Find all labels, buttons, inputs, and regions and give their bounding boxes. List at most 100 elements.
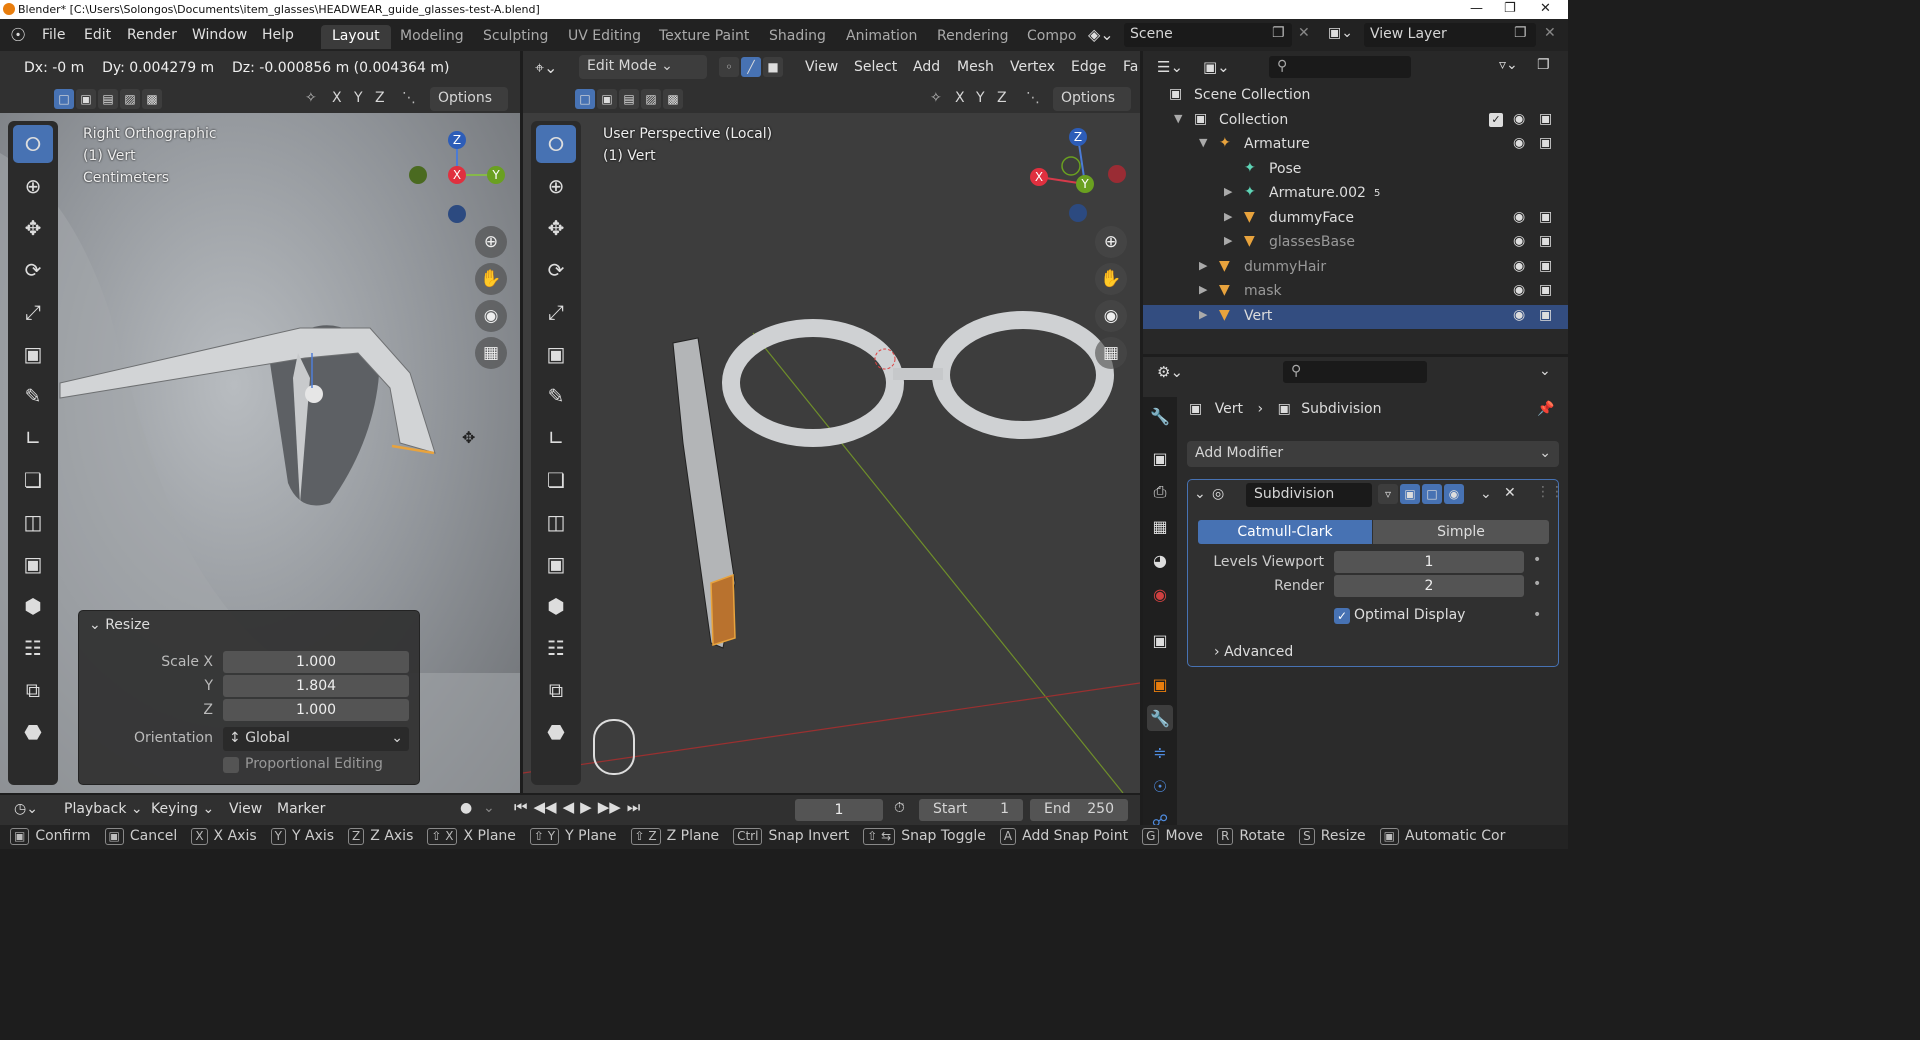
visibility-eye-icon[interactable]: ◉	[1513, 282, 1525, 298]
render-levels-field[interactable]: 2	[1334, 575, 1524, 597]
stopwatch-icon[interactable]: ⏱	[894, 800, 905, 816]
edit-mode-toggle-icon[interactable]: ▣	[1400, 484, 1420, 504]
menu-render[interactable]: Render	[127, 27, 177, 43]
options-dropdown[interactable]: Options ⌄	[1053, 87, 1131, 122]
expand-chevron-icon[interactable]: ▶	[1199, 283, 1207, 296]
mode-dropdown[interactable]: Edit Mode ⌄	[579, 55, 707, 79]
outliner-row[interactable]: ▶ ▼ dummyFace ◉ ▣	[1143, 207, 1568, 232]
select-new-icon[interactable]: □	[54, 89, 74, 109]
expand-chevron-icon[interactable]: ▼	[1174, 112, 1182, 125]
edge-select-icon[interactable]: ╱	[741, 57, 761, 77]
left-axis-gizmo[interactable]: Z Y X	[400, 123, 510, 233]
options-dropdown[interactable]: Options ⌄	[430, 87, 508, 122]
select-invert-icon[interactable]: ▨	[120, 89, 140, 109]
face-select-icon[interactable]: ■	[763, 57, 783, 77]
view-layer-icon[interactable]: ▣⌄	[1328, 25, 1353, 41]
outliner-row[interactable]: ✦ Pose	[1143, 158, 1568, 183]
new-collection-icon[interactable]: ❐	[1537, 57, 1550, 73]
keyframe-dot-icon[interactable]: •	[1533, 607, 1541, 623]
select-extend-icon[interactable]: ▣	[76, 89, 96, 109]
extrude-tool-icon[interactable]: ◫	[536, 503, 576, 541]
menu-file[interactable]: File	[42, 27, 65, 43]
properties-editor-icon[interactable]: ⚙⌄	[1157, 363, 1183, 381]
view-layer-tab-icon[interactable]: ▦	[1147, 513, 1173, 539]
resize-panel-header[interactable]: ⌄ Resize	[89, 617, 150, 633]
object-tab-icon[interactable]: ▣	[1147, 671, 1173, 697]
select-box-tool-icon[interactable]: ⭘	[536, 125, 576, 163]
camera-icon[interactable]: ◉	[475, 300, 507, 332]
auto-keying-icon[interactable]: ●	[460, 800, 472, 816]
axis-z-toggle[interactable]: Z	[997, 90, 1007, 106]
outliner-row[interactable]: ▶ ▼ glassesBase ◉ ▣	[1143, 231, 1568, 256]
gizmo-neg-x-icon[interactable]	[1108, 165, 1126, 183]
gizmo-neg-y-icon[interactable]	[1061, 156, 1081, 176]
menu-edge[interactable]: Edge	[1071, 59, 1106, 75]
transform-tool-icon[interactable]: ▣	[13, 335, 53, 373]
select-new-icon[interactable]: □	[575, 89, 595, 109]
gizmo-neg-z-icon[interactable]	[448, 205, 466, 223]
inset-tool-icon[interactable]: ▣	[13, 545, 53, 583]
scale-tool-icon[interactable]: ⤢	[13, 293, 53, 331]
rotate-tool-icon[interactable]: ⟳	[13, 251, 53, 289]
render-tab-icon[interactable]: ▣	[1147, 445, 1173, 471]
knife-tool-icon[interactable]: ⧉	[536, 671, 576, 709]
tab-compositing[interactable]: Compo	[1016, 25, 1087, 49]
zoom-icon[interactable]: ⊕	[1095, 226, 1127, 258]
add-cube-tool-icon[interactable]: ❏	[536, 461, 576, 499]
modifier-menu-icon[interactable]: ⌄	[1480, 486, 1492, 502]
camera-icon[interactable]: ◉	[1095, 300, 1127, 332]
tab-rendering[interactable]: Rendering	[926, 25, 1020, 49]
inset-tool-icon[interactable]: ▣	[536, 545, 576, 583]
prev-keyframe-icon[interactable]: ◀◀	[534, 798, 557, 816]
expand-chevron-icon[interactable]: ▶	[1199, 308, 1207, 321]
new-scene-icon[interactable]: ❐	[1272, 25, 1285, 41]
pan-hand-icon[interactable]: ✋	[1095, 263, 1127, 295]
editor-type-icon[interactable]: ⌖⌄	[535, 58, 557, 78]
render-camera-icon[interactable]: ▣	[1539, 233, 1552, 249]
measure-tool-icon[interactable]: ∟	[536, 419, 576, 457]
zoom-icon[interactable]: ⊕	[475, 226, 507, 258]
menu-select[interactable]: Select	[854, 59, 897, 75]
render-camera-icon[interactable]: ▣	[1539, 111, 1552, 127]
add-modifier-dropdown[interactable]: Add Modifier ⌄	[1187, 441, 1559, 467]
poly-build-tool-icon[interactable]: ⬣	[13, 713, 53, 751]
axis-y-toggle[interactable]: Y	[976, 90, 985, 106]
viewport-toggle-icon[interactable]: □	[1422, 484, 1442, 504]
transform-tool-icon[interactable]: ▣	[536, 335, 576, 373]
cursor-tool-icon[interactable]: ⊕	[13, 167, 53, 205]
mirror-icon[interactable]: ✧	[930, 90, 942, 106]
tab-uv-editing[interactable]: UV Editing	[557, 25, 652, 49]
catmull-clark-button[interactable]: Catmull-Clark	[1198, 520, 1372, 544]
timeline-view-menu[interactable]: View	[229, 801, 262, 817]
modifier-name-field[interactable]: Subdivision	[1246, 483, 1372, 507]
knife-tool-icon[interactable]: ⧉	[13, 671, 53, 709]
visibility-eye-icon[interactable]: ◉	[1513, 111, 1525, 127]
axis-x-toggle[interactable]: X	[955, 90, 965, 106]
timeline-editor-icon[interactable]: ◷⌄	[14, 801, 38, 817]
mid-axis-gizmo[interactable]: Z X Y	[1023, 123, 1133, 233]
scene-tab-icon[interactable]: ◕	[1147, 547, 1173, 573]
cursor-tool-icon[interactable]: ⊕	[536, 167, 576, 205]
poly-build-tool-icon[interactable]: ⬣	[536, 713, 576, 751]
visibility-eye-icon[interactable]: ◉	[1513, 258, 1525, 274]
visibility-eye-icon[interactable]: ◉	[1513, 233, 1525, 249]
tab-texture-paint[interactable]: Texture Paint	[648, 25, 760, 49]
keying-set-dropdown-icon[interactable]: ⌄	[483, 800, 495, 816]
visibility-eye-icon[interactable]: ◉	[1513, 307, 1525, 323]
ortho-grid-icon[interactable]: ▦	[475, 337, 507, 369]
outliner-editor-icon[interactable]: ☰⌄	[1157, 58, 1183, 76]
optimal-display-checkbox[interactable]: ✓	[1334, 608, 1350, 624]
axis-z-toggle[interactable]: Z	[375, 90, 385, 106]
new-view-layer-icon[interactable]: ❐	[1514, 25, 1527, 41]
select-intersect-icon[interactable]: ▩	[142, 89, 162, 109]
jump-start-icon[interactable]: ⏮	[514, 798, 528, 816]
select-invert-icon[interactable]: ▨	[641, 89, 661, 109]
perspective-grid-icon[interactable]: ▦	[1095, 337, 1127, 369]
render-camera-icon[interactable]: ▣	[1539, 282, 1552, 298]
pin-icon[interactable]: 📌	[1537, 401, 1554, 417]
scene-selector-icon[interactable]: ◈⌄	[1088, 25, 1114, 44]
outliner-row[interactable]: ▶ ▼ dummyHair ◉ ▣	[1143, 256, 1568, 281]
advanced-subpanel[interactable]: › Advanced	[1214, 644, 1293, 660]
restore-icon[interactable]: ❐	[1504, 1, 1516, 16]
menu-face[interactable]: Fa	[1123, 59, 1138, 75]
